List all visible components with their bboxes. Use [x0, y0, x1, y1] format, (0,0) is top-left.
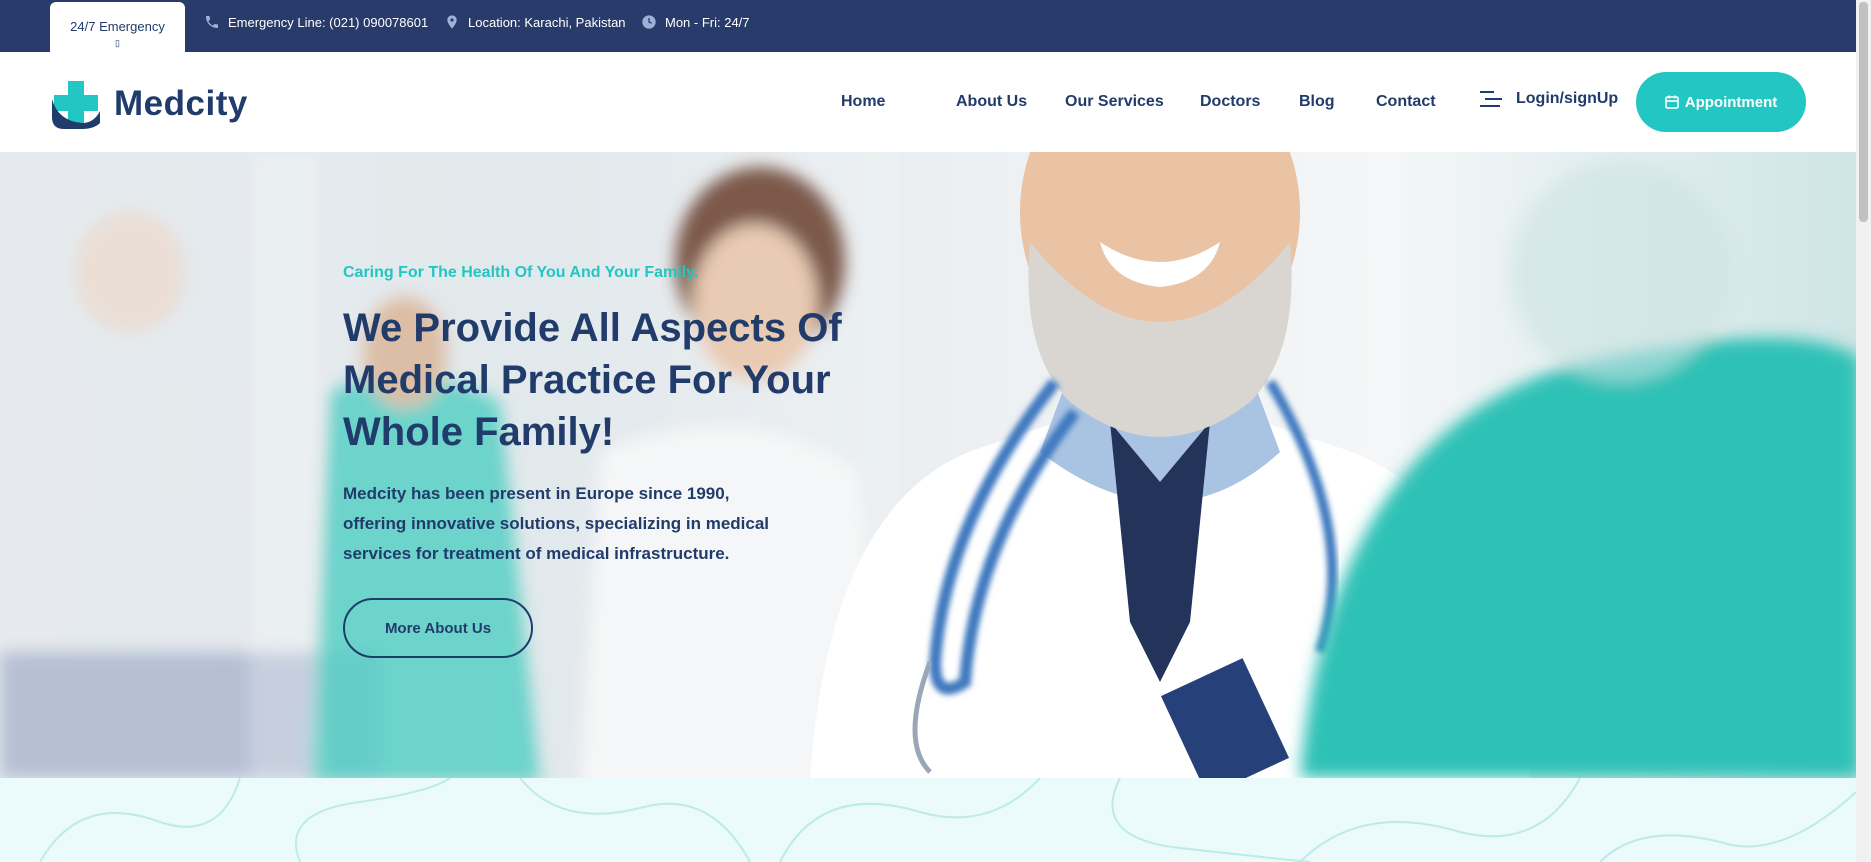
logo-text: Medcity	[114, 84, 248, 123]
location-info: Location: Karachi, Pakistan	[444, 13, 626, 31]
appointment-label: Appointment	[1684, 93, 1778, 111]
hero-tagline: Caring For The Health Of You And Your Fa…	[343, 264, 699, 281]
login-signup-link[interactable]: Login/signUp	[1480, 90, 1618, 108]
logo[interactable]: Medcity	[50, 79, 248, 129]
emergency-tab-glyph: ▯	[115, 38, 120, 48]
nav-home[interactable]: Home	[841, 93, 885, 113]
main-header: Medcity Home About Us Our Services Docto…	[0, 52, 1856, 152]
clock-icon	[642, 15, 656, 29]
more-about-us-label: More About Us	[384, 619, 492, 637]
hours-text: Mon - Fri: 24/7	[665, 14, 750, 30]
emergency-line-text: Emergency Line: (021) 090078601	[228, 14, 429, 30]
nav-contact[interactable]: Contact	[1376, 93, 1436, 113]
medical-cross-logo-icon	[52, 81, 100, 129]
emergency-tab-label: 24/7 Emergency	[70, 19, 165, 34]
scrollbar-thumb[interactable]	[1859, 2, 1868, 222]
nav-blog[interactable]: Blog	[1299, 93, 1335, 113]
hours-info: Mon - Fri: 24/7	[641, 13, 750, 31]
emergency-tab[interactable]: 24/7 Emergency ▯	[50, 2, 185, 52]
decorative-wave-pattern	[39, 778, 1856, 862]
hero-background-image	[0, 152, 1856, 778]
nav-about-us[interactable]: About Us	[956, 93, 1027, 113]
next-section-background	[0, 778, 1856, 862]
phone-icon	[206, 16, 218, 28]
login-signup-label: Login/signUp	[1516, 90, 1619, 107]
nav-doctors[interactable]: Doctors	[1200, 93, 1260, 113]
calendar-icon	[1664, 95, 1679, 109]
location-text: Location: Karachi, Pakistan	[468, 14, 626, 30]
more-about-us-button[interactable]: More About Us	[343, 598, 533, 658]
hero-section: Caring For The Health Of You And Your Fa…	[0, 152, 1856, 778]
nav-our-services[interactable]: Our Services	[1065, 93, 1164, 113]
hero-title: We Provide All Aspects Of Medical Practi…	[343, 306, 842, 454]
location-pin-icon	[447, 15, 457, 29]
appointment-button[interactable]: Appointment	[1636, 72, 1806, 132]
hero-description: Medcity has been present in Europe since…	[343, 484, 770, 563]
top-info-bar: 24/7 Emergency ▯ Emergency Line: (021) 0…	[0, 0, 1856, 52]
menu-lines-icon	[1480, 91, 1502, 107]
emergency-line[interactable]: Emergency Line: (021) 090078601	[204, 13, 428, 31]
